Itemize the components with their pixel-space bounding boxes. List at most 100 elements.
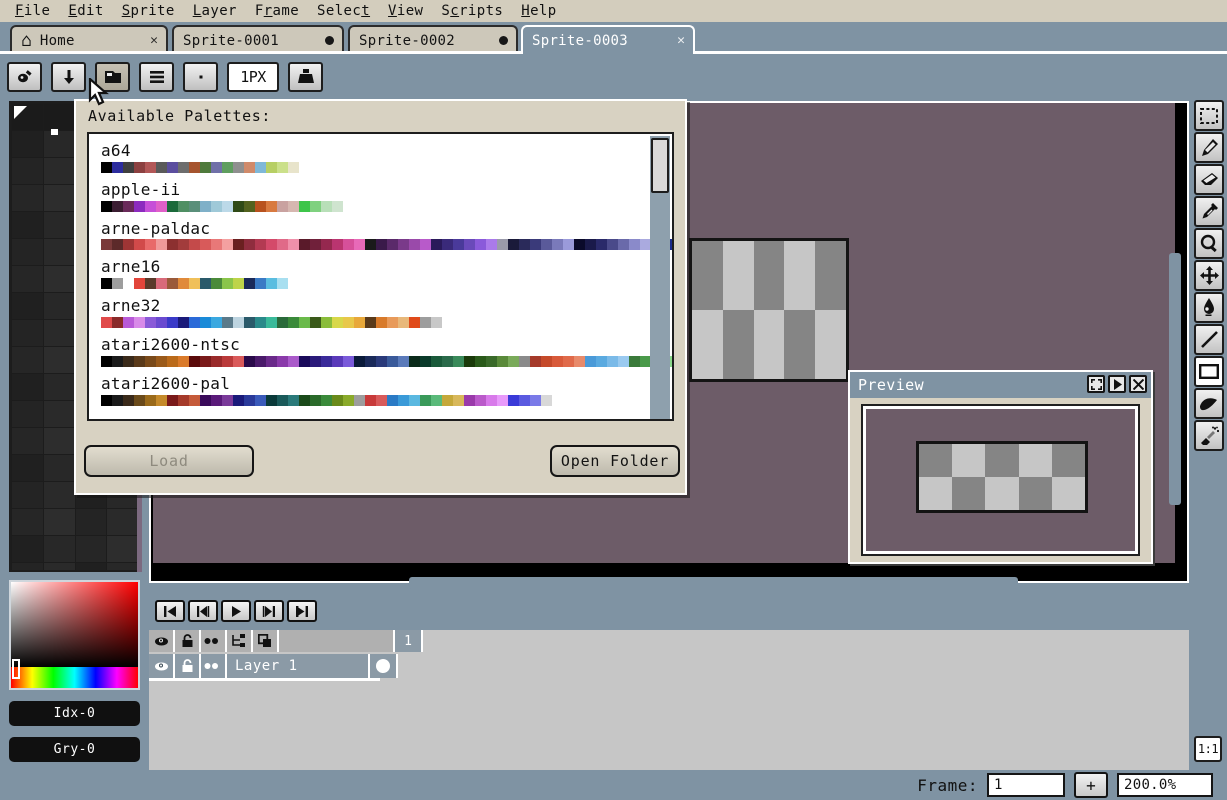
play-icon[interactable] <box>221 600 251 622</box>
palette-swatch[interactable] <box>75 563 107 570</box>
menu-item-file[interactable]: File <box>6 2 59 21</box>
add-frame-button[interactable]: + <box>1074 772 1108 798</box>
palette-swatch[interactable] <box>43 401 75 427</box>
palette-list-item[interactable]: apple-ii <box>89 173 672 212</box>
palette-swatch[interactable] <box>43 320 75 346</box>
palette-swatch[interactable] <box>12 158 43 184</box>
palette-list-item[interactable]: arne32 <box>89 289 672 328</box>
palette-swatch[interactable] <box>12 374 43 400</box>
color-picker[interactable] <box>9 580 140 690</box>
menu-item-layer[interactable]: Layer <box>184 2 246 21</box>
palette-list-scrollbar-thumb[interactable] <box>651 138 669 193</box>
zoom-field[interactable]: 200.0% <box>1117 773 1213 797</box>
open-folder-button[interactable]: Open Folder <box>550 445 680 477</box>
palette-list-item[interactable]: a64 <box>89 134 672 173</box>
tab-sprite-0003[interactable]: Sprite-0003 ✕ <box>521 25 695 54</box>
palette-swatch[interactable] <box>43 509 75 535</box>
first-frame-icon[interactable] <box>155 600 185 622</box>
timeline-layer-row[interactable]: Layer 1 <box>149 654 1189 678</box>
palette-list-item[interactable]: atari2600-ntsc... <box>89 328 672 367</box>
palette-swatch[interactable] <box>12 509 43 535</box>
palette-swatch[interactable] <box>43 482 75 508</box>
prev-frame-icon[interactable] <box>188 600 218 622</box>
spray-icon[interactable] <box>1194 420 1224 451</box>
menu-item-select[interactable]: Select <box>308 2 379 21</box>
lock-icon[interactable] <box>175 630 201 652</box>
timeline-cel[interactable] <box>370 654 398 678</box>
palette-swatch[interactable] <box>43 266 75 292</box>
canvas-horizontal-scrollbar[interactable] <box>409 577 1018 589</box>
layer-visibility-icon[interactable] <box>149 654 175 678</box>
palette-swatch[interactable] <box>12 482 43 508</box>
hue-bar[interactable] <box>11 667 138 688</box>
palette-swatch[interactable] <box>12 131 43 157</box>
palette-list-item[interactable]: arne16 <box>89 250 672 290</box>
menu-item-help[interactable]: Help <box>512 2 565 21</box>
palette-sort-icon[interactable] <box>51 62 86 92</box>
palette-swatch[interactable] <box>43 374 75 400</box>
palette-swatch[interactable] <box>12 563 43 570</box>
layer-name[interactable]: Layer 1 <box>227 654 370 678</box>
palette-swatch[interactable] <box>43 428 75 454</box>
palette-swatch[interactable] <box>43 563 75 570</box>
preview-canvas[interactable] <box>861 404 1140 556</box>
menu-item-edit[interactable]: Edit <box>59 2 112 21</box>
tab-close-icon[interactable]: ✕ <box>150 33 158 48</box>
canvas-vertical-scrollbar[interactable] <box>1169 253 1181 505</box>
palette-swatch[interactable] <box>43 104 75 130</box>
palette-swatch[interactable] <box>75 536 107 562</box>
palette-swatch[interactable] <box>12 293 43 319</box>
palette-swatch[interactable] <box>75 509 107 535</box>
palette-swatch[interactable] <box>43 185 75 211</box>
eye-icon[interactable] <box>149 630 175 652</box>
palette-swatch[interactable] <box>12 401 43 427</box>
eyedropper-icon[interactable] <box>1194 196 1224 227</box>
palette-swatch[interactable] <box>107 536 138 562</box>
line-icon[interactable] <box>1194 324 1224 355</box>
palette-swatch[interactable] <box>12 212 43 238</box>
play-icon[interactable] <box>1108 375 1126 393</box>
tab-close-icon[interactable]: ✕ <box>677 33 685 48</box>
timeline-frame-number[interactable]: 1 <box>395 630 423 652</box>
palette-menu-icon[interactable] <box>139 62 174 92</box>
last-frame-icon[interactable] <box>287 600 317 622</box>
eraser-icon[interactable] <box>1194 164 1224 195</box>
maximize-icon[interactable] <box>1087 375 1105 393</box>
palette-swatch[interactable] <box>107 509 138 535</box>
color-gray-button[interactable]: Gry-0 <box>9 737 140 762</box>
load-button[interactable]: Load <box>84 445 254 477</box>
palette-swatch[interactable] <box>43 239 75 265</box>
tab-home[interactable]: ⌂ Home ✕ <box>10 25 168 54</box>
palette-swatch[interactable] <box>12 428 43 454</box>
pencil-icon[interactable] <box>1194 132 1224 163</box>
group-icon[interactable] <box>227 630 253 652</box>
palette-swatch[interactable] <box>43 293 75 319</box>
continuous-icon[interactable] <box>201 630 227 652</box>
pixel-size-field[interactable]: 1PX <box>227 62 279 92</box>
palette-presets-icon[interactable] <box>95 62 130 92</box>
ink-icon[interactable] <box>288 62 323 92</box>
palette-swatch[interactable] <box>12 266 43 292</box>
color-index-button[interactable]: Idx-0 <box>9 701 140 726</box>
palette-swatch[interactable] <box>43 536 75 562</box>
palette-entry-icon[interactable] <box>183 62 218 92</box>
close-icon[interactable] <box>1129 375 1147 393</box>
menu-item-scripts[interactable]: Scripts <box>432 2 512 21</box>
palette-swatch[interactable] <box>12 347 43 373</box>
rectangular-marquee-icon[interactable] <box>1194 100 1224 131</box>
palette-swatch[interactable] <box>43 455 75 481</box>
zoom-reset-button[interactable]: 1:1 <box>1194 736 1222 762</box>
paint-bucket-icon[interactable] <box>1194 292 1224 323</box>
frame-input[interactable]: 1 <box>987 773 1065 797</box>
palette-swatch[interactable] <box>43 158 75 184</box>
palette-swatch[interactable] <box>107 563 138 570</box>
menu-item-sprite[interactable]: Sprite <box>113 2 184 21</box>
contour-icon[interactable] <box>1194 388 1224 419</box>
tab-sprite-0001[interactable]: Sprite-0001 <box>172 25 344 54</box>
layer-lock-icon[interactable] <box>175 654 201 678</box>
palette-list[interactable]: a64 apple-ii arne-paldac... arne16 arne32 ata… <box>87 132 674 421</box>
menu-item-view[interactable]: View <box>379 2 432 21</box>
tab-sprite-0002[interactable]: Sprite-0002 <box>348 25 518 54</box>
zoom-icon[interactable] <box>1194 228 1224 259</box>
layer-continuous-icon[interactable] <box>201 654 227 678</box>
